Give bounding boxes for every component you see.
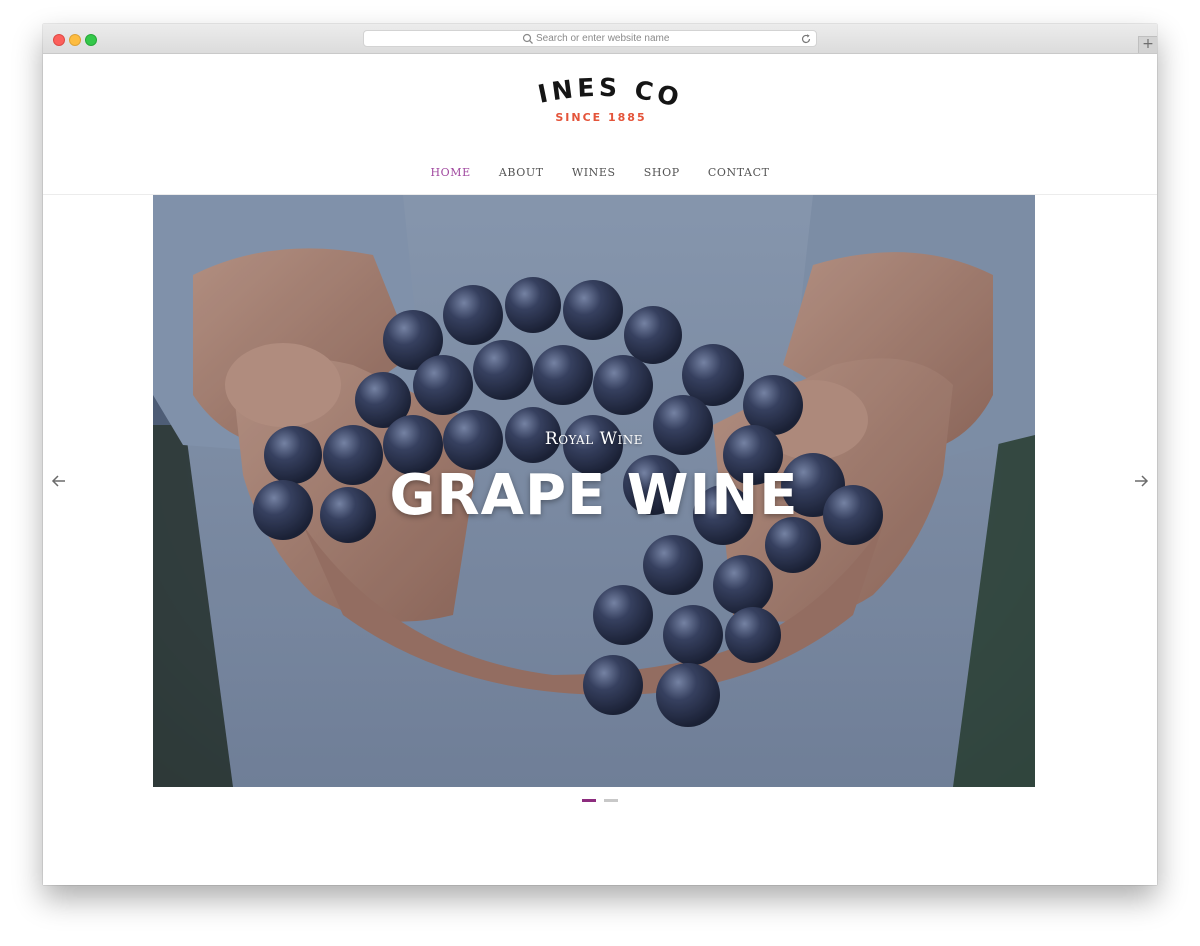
logo-text: WINES CO. <box>521 71 681 111</box>
slide-dot-1[interactable] <box>582 799 596 802</box>
site-logo[interactable]: WINES CO. SINCE 1885 <box>521 71 681 124</box>
nav-item-contact[interactable]: CONTACT <box>708 166 770 179</box>
hero-slider[interactable]: Royal Wine GRAPE WINE <box>153 195 1035 787</box>
reload-icon[interactable] <box>800 33 812 45</box>
arrow-right-icon[interactable] <box>1133 473 1149 489</box>
slider-pagination <box>582 799 622 803</box>
nav-item-shop[interactable]: SHOP <box>644 166 680 179</box>
logo-tagline: SINCE 1885 <box>555 111 647 124</box>
nav-item-about[interactable]: ABOUT <box>499 166 544 179</box>
address-placeholder: Search or enter website name <box>536 33 670 44</box>
slide-dot-2[interactable] <box>604 799 618 802</box>
nav-item-home[interactable]: HOME <box>430 166 470 179</box>
address-bar[interactable]: Search or enter website name <box>363 30 817 47</box>
main-navigation: HOME ABOUT WINES SHOP CONTACT <box>43 166 1157 179</box>
hero-title: GRAPE WINE <box>389 463 799 528</box>
close-window-button[interactable] <box>53 34 65 46</box>
zoom-window-button[interactable] <box>85 34 97 46</box>
hero-kicker: Royal Wine <box>544 429 644 449</box>
browser-window: Search or enter website name + WINES CO.… <box>43 24 1157 885</box>
logo-wordmark: WINES CO. <box>521 71 681 111</box>
search-icon <box>522 33 533 44</box>
minimize-window-button[interactable] <box>69 34 81 46</box>
arrow-left-icon[interactable] <box>51 473 67 489</box>
new-tab-button[interactable]: + <box>1138 36 1157 53</box>
browser-titlebar: Search or enter website name + <box>43 24 1157 54</box>
nav-item-wines[interactable]: WINES <box>572 166 616 179</box>
svg-text:WINES CO.: WINES CO. <box>521 71 681 111</box>
